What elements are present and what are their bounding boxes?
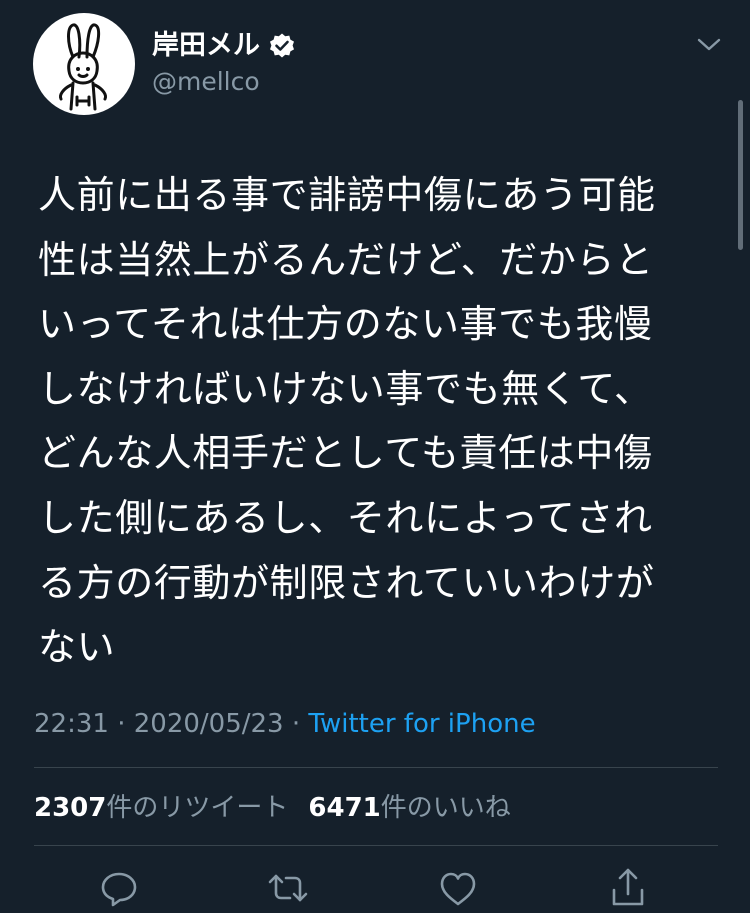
avatar[interactable]: [33, 13, 135, 115]
display-name[interactable]: 岸田メル: [152, 28, 260, 64]
meta-separator: ·: [108, 709, 134, 739]
retweet-count: 2307: [34, 793, 107, 823]
like-count: 6471: [308, 793, 381, 823]
reply-icon: [101, 872, 137, 907]
share-button[interactable]: [606, 866, 650, 910]
rabbit-avatar-icon: [59, 23, 107, 111]
divider: [34, 845, 718, 846]
tweet-meta: 22:31 · 2020/05/23 · Twitter for iPhone: [34, 704, 536, 744]
verified-badge-icon: [270, 33, 294, 58]
like-icon: [440, 872, 476, 906]
tweet-stats: 2307件のリツイート 6471件のいいね: [34, 788, 511, 828]
tweet-menu-button[interactable]: [694, 32, 724, 56]
retweet-icon: [268, 874, 308, 902]
like-stat[interactable]: 6471件のいいね: [308, 793, 510, 823]
divider: [34, 767, 718, 768]
tweet-time: 22:31: [34, 709, 109, 739]
display-name-row: 岸田メル: [152, 28, 296, 64]
retweet-label: 件のリツイート: [106, 793, 289, 823]
share-icon: [612, 868, 644, 906]
meta-separator: ·: [283, 709, 309, 739]
retweet-stat[interactable]: 2307件のリツイート: [34, 793, 288, 823]
like-button[interactable]: [436, 866, 480, 910]
scrollbar[interactable]: [738, 100, 743, 250]
reply-button[interactable]: [97, 866, 141, 910]
chevron-down-icon: [697, 38, 721, 51]
tweet-source-link[interactable]: Twitter for iPhone: [308, 709, 535, 739]
like-label: 件のいいね: [380, 793, 511, 823]
tweet-header: 岸田メル @mellco: [0, 0, 750, 140]
tweet-actions: [0, 866, 750, 910]
retweet-button[interactable]: [266, 866, 310, 910]
tweet-text: 人前に出る事で誹謗中傷にあう可能 性は当然上がるんだけど、だからと いってそれは…: [38, 173, 656, 670]
user-handle[interactable]: @mellco: [152, 66, 260, 98]
tweet-date: 2020/05/23: [133, 709, 284, 739]
